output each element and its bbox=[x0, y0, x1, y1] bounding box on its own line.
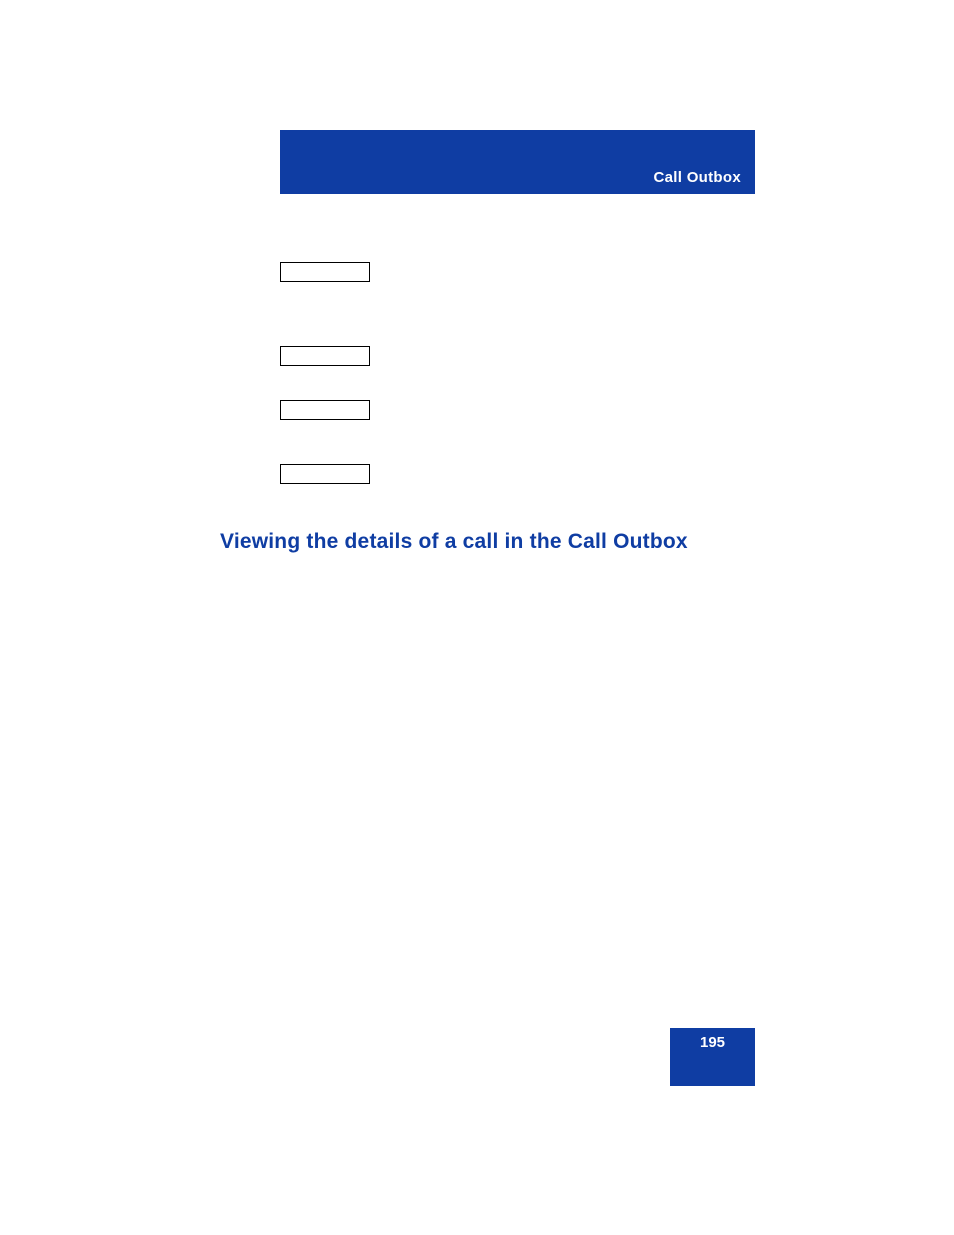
header-band: Call Outbox bbox=[280, 130, 755, 194]
page-number: 195 bbox=[670, 1034, 755, 1051]
section-heading: Viewing the details of a call in the Cal… bbox=[220, 530, 688, 554]
header-title: Call Outbox bbox=[654, 169, 741, 186]
softkey-box-1 bbox=[280, 262, 370, 282]
document-page: Call Outbox Viewing the details of a cal… bbox=[0, 0, 954, 1235]
softkey-box-2 bbox=[280, 346, 370, 366]
page-number-box: 195 bbox=[670, 1028, 755, 1086]
softkey-box-3 bbox=[280, 400, 370, 420]
softkey-box-4 bbox=[280, 464, 370, 484]
